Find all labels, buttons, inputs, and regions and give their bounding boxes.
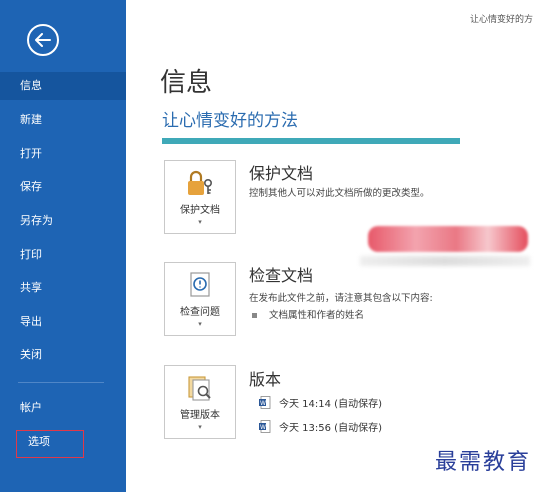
versions-title: 版本 — [249, 370, 282, 389]
inspect-bullet-item: 文档属性和作者的姓名 — [252, 307, 364, 321]
protect-tile-label: 保护文档 — [180, 205, 220, 216]
version-entry-label: 今天 13:56 (自动保存) — [279, 423, 382, 434]
inspect-bullet-text: 文档属性和作者的姓名 — [269, 310, 365, 321]
nav-item-open[interactable]: 打开 — [0, 140, 126, 168]
nav-item-save[interactable]: 保存 — [0, 173, 126, 201]
nav-item-new[interactable]: 新建 — [0, 106, 126, 134]
nav-item-save-as[interactable]: 另存为 — [0, 207, 126, 235]
bullet-icon — [252, 313, 257, 318]
chevron-down-icon: ▾ — [198, 218, 202, 226]
nav-item-share[interactable]: 共享 — [0, 274, 126, 302]
backstage-nav: 信息 新建 打开 保存 另存为 打印 共享 导出 关闭 帐户 选项 — [0, 0, 126, 492]
word-document-icon: W — [259, 396, 271, 409]
svg-text:W: W — [260, 424, 266, 431]
nav-item-account[interactable]: 帐户 — [0, 394, 126, 422]
nav-divider — [18, 382, 104, 383]
check-issues-button[interactable]: 检查问题 ▾ — [164, 262, 236, 336]
redacted-blur-shadow — [360, 256, 530, 266]
manage-versions-tile-label: 管理版本 — [180, 410, 220, 421]
document-accent-bar — [162, 138, 460, 144]
protect-description: 控制其他人可以对此文档所做的更改类型。 — [249, 188, 430, 199]
version-entry-label: 今天 14:14 (自动保存) — [279, 399, 382, 410]
nav-item-export[interactable]: 导出 — [0, 308, 126, 336]
back-button[interactable] — [27, 24, 59, 56]
check-issues-tile-label: 检查问题 — [180, 307, 220, 318]
manage-versions-icon — [188, 376, 211, 401]
word-document-icon: W — [259, 420, 271, 433]
version-entry[interactable]: W 今天 13:56 (自动保存) — [259, 419, 382, 434]
inspect-title: 检查文档 — [249, 266, 314, 285]
watermark: 最需教育 — [434, 450, 531, 475]
protect-document-button[interactable]: 保护文档 ▾ — [164, 160, 236, 234]
chevron-down-icon: ▾ — [198, 423, 202, 431]
document-name: 让心情变好的方法 — [162, 111, 298, 131]
inspect-document-icon — [190, 272, 210, 297]
manage-versions-button[interactable]: 管理版本 ▾ — [164, 365, 236, 439]
lock-key-icon — [188, 170, 212, 195]
inspect-description: 在发布此文件之前，请注意其包含以下内容: — [249, 293, 433, 304]
nav-item-options[interactable]: 选项 — [14, 428, 86, 460]
chevron-down-icon: ▾ — [198, 320, 202, 328]
arrow-left-icon — [35, 33, 51, 47]
svg-text:W: W — [260, 400, 266, 407]
nav-item-info[interactable]: 信息 — [0, 72, 126, 100]
document-window-title: 让心情变好的方 — [469, 15, 533, 25]
protect-title: 保护文档 — [249, 164, 314, 183]
nav-item-close[interactable]: 关闭 — [0, 341, 126, 369]
page-title: 信息 — [160, 68, 213, 98]
nav-item-print[interactable]: 打印 — [0, 241, 126, 269]
redacted-blur — [368, 226, 528, 252]
version-entry[interactable]: W 今天 14:14 (自动保存) — [259, 395, 382, 410]
